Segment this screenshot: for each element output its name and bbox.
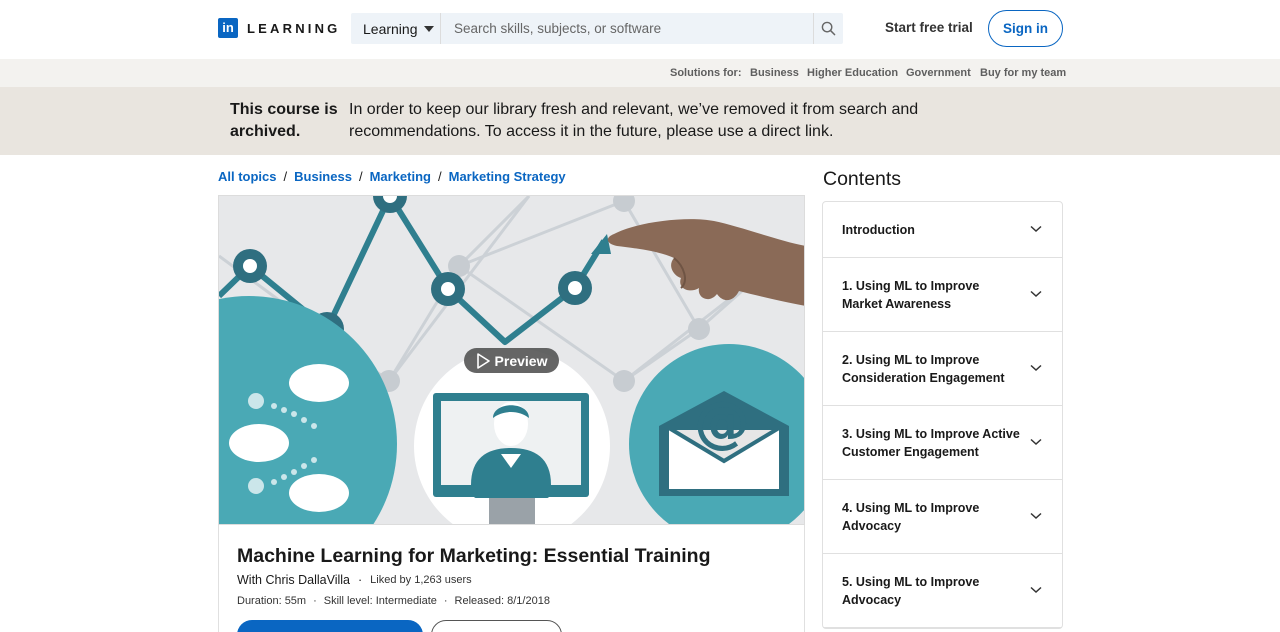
archived-message: In order to keep our library fresh and r… bbox=[349, 101, 919, 140]
instructor-name[interactable]: With Chris DallaVilla bbox=[237, 573, 350, 587]
breadcrumb-separator: / bbox=[358, 169, 363, 184]
search-button[interactable] bbox=[813, 13, 843, 44]
breadcrumb: All topics / Business / Marketing / Mark… bbox=[218, 169, 566, 184]
sign-in-button[interactable]: Sign in bbox=[988, 10, 1063, 47]
archived-title: This course is archived. bbox=[230, 101, 338, 140]
breadcrumb-separator: / bbox=[283, 169, 288, 184]
preview-label: Preview bbox=[494, 352, 548, 369]
course-meta-secondary: Duration: 55m · Skill level: Intermediat… bbox=[237, 595, 550, 607]
meta-separator: · bbox=[358, 573, 363, 587]
toc-item-label: 4. Using ML to Improve Advocacy bbox=[842, 500, 980, 533]
solutions-bar: Solutions for: Business Higher Education… bbox=[0, 59, 1280, 87]
secondary-action-button[interactable] bbox=[431, 620, 562, 632]
solutions-link-government[interactable]: Government bbox=[906, 67, 971, 79]
toc-item[interactable]: 4. Using ML to Improve Advocacy bbox=[823, 480, 1062, 554]
meta-separator: · bbox=[313, 595, 317, 607]
solutions-link-buy-for-team[interactable]: Buy for my team bbox=[980, 67, 1066, 79]
course-title: Machine Learning for Marketing: Essentia… bbox=[237, 545, 711, 567]
contents-heading: Contents bbox=[823, 168, 902, 190]
preview-button[interactable]: Preview bbox=[464, 348, 559, 373]
play-icon bbox=[476, 352, 490, 369]
course-info-card: Machine Learning for Marketing: Essentia… bbox=[218, 525, 805, 632]
breadcrumb-all-topics[interactable]: All topics bbox=[218, 169, 277, 184]
toc-item-label: 3. Using ML to Improve Active Customer E… bbox=[842, 426, 1020, 459]
search-icon bbox=[821, 21, 836, 36]
search-input[interactable] bbox=[441, 13, 813, 44]
caret-down-icon bbox=[423, 25, 434, 32]
table-of-contents: Introduction 1. Using ML to Improve Mark… bbox=[822, 201, 1063, 629]
chevron-down-icon bbox=[1030, 586, 1042, 593]
linkedin-learning-logo[interactable]: in LEARNING bbox=[218, 18, 341, 38]
course-meta-primary: With Chris DallaVilla · Liked by 1,263 u… bbox=[237, 573, 472, 587]
solutions-link-higher-education[interactable]: Higher Education bbox=[807, 67, 898, 79]
toc-item[interactable]: 3. Using ML to Improve Active Customer E… bbox=[823, 406, 1062, 480]
duration: Duration: 55m bbox=[237, 595, 307, 607]
chevron-down-icon bbox=[1030, 438, 1042, 445]
breadcrumb-separator: / bbox=[437, 169, 442, 184]
chevron-down-icon bbox=[1030, 364, 1042, 371]
toc-item[interactable]: 1. Using ML to Improve Market Awareness bbox=[823, 258, 1062, 332]
solutions-label: Solutions for: bbox=[670, 67, 742, 79]
search-scope-label: Learning bbox=[363, 20, 418, 37]
chevron-down-icon bbox=[1030, 512, 1042, 519]
chevron-down-icon bbox=[1030, 290, 1042, 297]
top-header: in LEARNING Learning Start free trial Si… bbox=[0, 0, 1280, 59]
toc-item-label: 2. Using ML to Improve Consideration Eng… bbox=[842, 352, 1005, 385]
toc-item-label: 5. Using ML to Improve Advocacy bbox=[842, 574, 980, 607]
breadcrumb-business[interactable]: Business bbox=[294, 169, 352, 184]
logo-text: LEARNING bbox=[247, 20, 341, 36]
linkedin-icon: in bbox=[218, 18, 238, 38]
search-bar: Learning bbox=[351, 13, 843, 44]
breadcrumb-marketing[interactable]: Marketing bbox=[370, 169, 431, 184]
primary-action-button[interactable] bbox=[237, 620, 423, 632]
toc-item[interactable]: Introduction bbox=[823, 202, 1062, 258]
skill-level: Skill level: Intermediate bbox=[323, 595, 437, 607]
toc-item-label: 1. Using ML to Improve Market Awareness bbox=[842, 278, 980, 311]
chevron-down-icon bbox=[1030, 225, 1042, 232]
meta-separator: · bbox=[443, 595, 448, 607]
solutions-link-business[interactable]: Business bbox=[750, 67, 799, 79]
search-scope-dropdown[interactable]: Learning bbox=[351, 13, 441, 44]
start-free-trial-link[interactable]: Start free trial bbox=[885, 20, 973, 35]
toc-item[interactable]: 5. Using ML to Improve Advocacy bbox=[823, 554, 1062, 628]
release-date: Released: 8/1/2018 bbox=[454, 595, 550, 607]
toc-item-label: Introduction bbox=[842, 222, 915, 237]
breadcrumb-marketing-strategy[interactable]: Marketing Strategy bbox=[449, 169, 566, 184]
likes-count: Liked by 1,263 users bbox=[370, 574, 472, 586]
archived-banner: This course is archived. In order to kee… bbox=[0, 87, 1280, 155]
toc-item[interactable]: 2. Using ML to Improve Consideration Eng… bbox=[823, 332, 1062, 406]
svg-text:@: @ bbox=[694, 390, 750, 455]
